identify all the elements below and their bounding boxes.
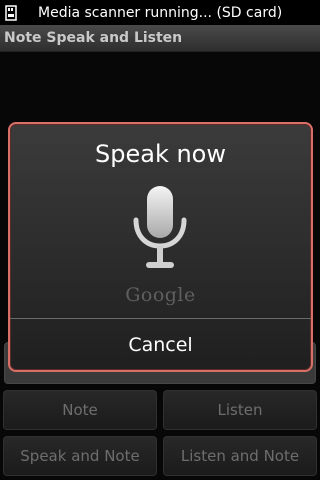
sd-card-scan-icon <box>0 0 22 25</box>
status-notification-text: Media scanner running... (SD card) <box>38 4 283 21</box>
cancel-button[interactable]: Cancel <box>10 319 311 370</box>
google-logo: Google <box>125 284 196 306</box>
status-bar: Media scanner running... (SD card) <box>0 0 320 25</box>
dialog-title: Speak now <box>95 140 226 168</box>
microphone-icon <box>133 186 187 268</box>
speak-now-dialog: Speak now Google Cancel <box>8 122 313 372</box>
app-title-bar: Note Speak and Listen <box>0 25 320 52</box>
app-title: Note Speak and Listen <box>4 30 183 46</box>
